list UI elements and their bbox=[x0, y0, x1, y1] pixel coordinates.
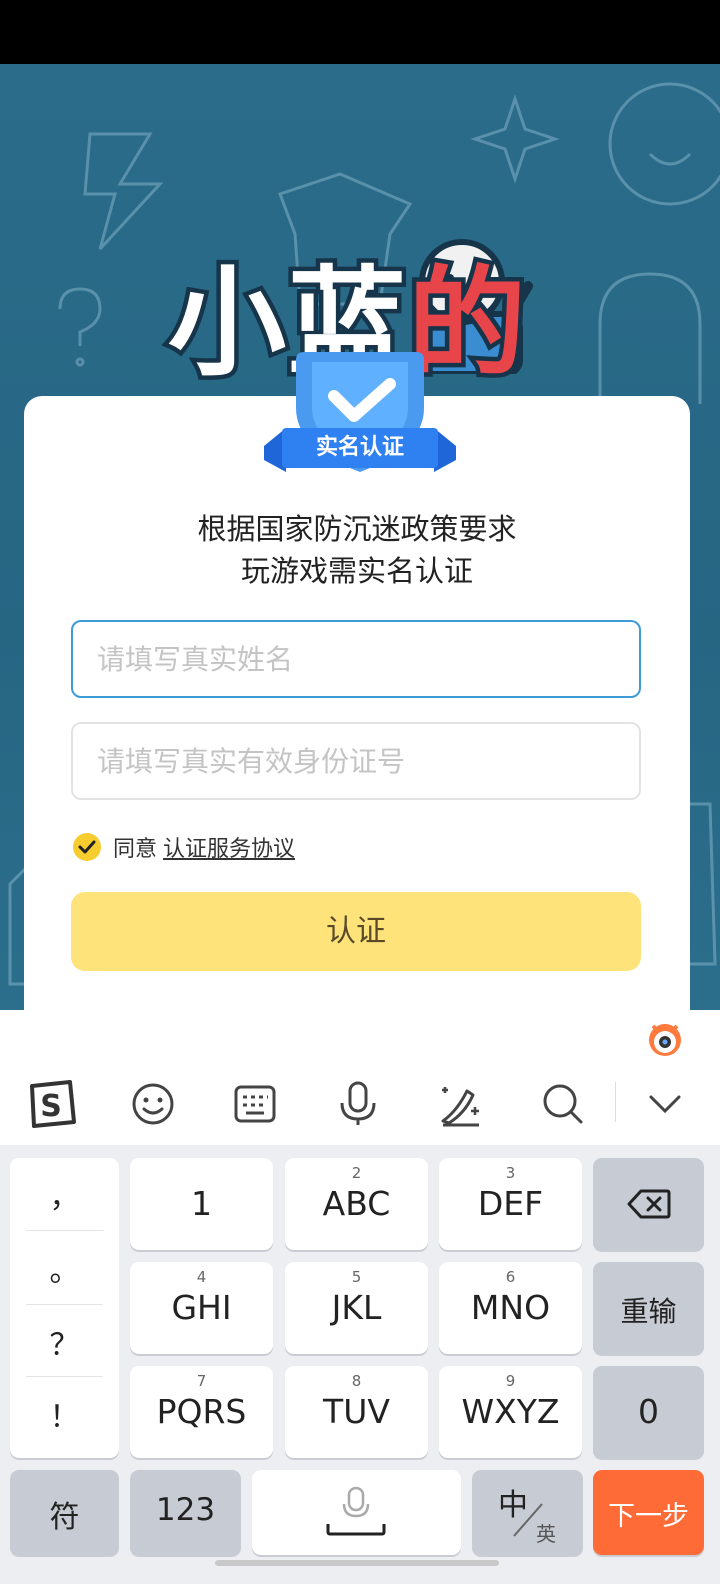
status-bar bbox=[0, 0, 720, 64]
key-8-tuv[interactable]: 8 TUV bbox=[285, 1366, 428, 1458]
verify-button[interactable]: 认证 bbox=[71, 892, 641, 971]
next-step-key[interactable]: 下一步 bbox=[593, 1470, 704, 1555]
punct-question-key[interactable]: ？ bbox=[26, 1320, 103, 1364]
key-5-jkl[interactable]: 5 JKL bbox=[285, 1262, 428, 1354]
checkmark-icon bbox=[78, 840, 96, 854]
punct-period-key[interactable]: 。 bbox=[26, 1246, 103, 1290]
ghost-doodle bbox=[598, 272, 702, 404]
search-icon[interactable] bbox=[535, 1076, 591, 1132]
handwriting-icon[interactable] bbox=[433, 1076, 489, 1132]
lightning-doodle bbox=[83, 132, 164, 251]
id-field bbox=[71, 722, 641, 800]
home-indicator[interactable] bbox=[215, 1560, 499, 1566]
microphone-icon[interactable] bbox=[330, 1076, 386, 1132]
face-doodle bbox=[608, 82, 720, 206]
svg-text:S: S bbox=[40, 1089, 62, 1124]
keyboard-icon[interactable] bbox=[227, 1076, 283, 1132]
divider bbox=[26, 1230, 103, 1231]
id-number-input[interactable] bbox=[73, 724, 639, 798]
space-key[interactable] bbox=[252, 1470, 461, 1555]
punct-comma-key[interactable]: ， bbox=[26, 1172, 103, 1216]
numbers-key[interactable]: 123 bbox=[130, 1470, 241, 1555]
agree-checkbox[interactable] bbox=[73, 833, 101, 861]
emoji-icon[interactable] bbox=[125, 1076, 181, 1132]
sogou-logo-icon[interactable]: S bbox=[23, 1076, 79, 1132]
agreement-link[interactable]: 认证服务协议 bbox=[163, 831, 295, 863]
key-1[interactable]: 1 bbox=[130, 1158, 273, 1250]
backspace-key[interactable] bbox=[593, 1158, 704, 1250]
punct-exclaim-key[interactable]: ！ bbox=[26, 1392, 103, 1436]
language-switch-key[interactable]: 中 英 bbox=[472, 1470, 583, 1555]
key-2-abc[interactable]: 2 ABC bbox=[285, 1158, 428, 1250]
agreement-row: 同意 认证服务协议 bbox=[73, 832, 295, 862]
key-6-mno[interactable]: 6 MNO bbox=[439, 1262, 582, 1354]
collapse-chevron-icon[interactable] bbox=[637, 1076, 693, 1132]
star-doodle bbox=[470, 94, 560, 184]
punctuation-column[interactable]: ， 。 ？ ！ bbox=[10, 1158, 119, 1458]
question-doodle bbox=[58, 287, 102, 367]
name-field bbox=[71, 620, 641, 698]
key-3-def[interactable]: 3 DEF bbox=[439, 1158, 582, 1250]
key-0[interactable]: 0 bbox=[593, 1366, 704, 1458]
agree-label: 同意 bbox=[113, 837, 158, 862]
keyboard-mascot-icon[interactable] bbox=[645, 1018, 685, 1058]
backspace-icon bbox=[627, 1189, 671, 1219]
reinput-key[interactable]: 重输 bbox=[593, 1262, 704, 1354]
dialog-title: 根据国家防沉迷政策要求 玩游戏需实名认证 bbox=[197, 512, 517, 588]
key-7-pqrs[interactable]: 7 PQRS bbox=[130, 1366, 273, 1458]
symbols-key[interactable]: 符 bbox=[10, 1470, 119, 1555]
divider bbox=[26, 1376, 103, 1377]
toolbar-divider bbox=[615, 1082, 616, 1122]
key-9-wxyz[interactable]: 9 WXYZ bbox=[439, 1366, 582, 1458]
name-input[interactable] bbox=[73, 622, 639, 696]
key-4-ghi[interactable]: 4 GHI bbox=[130, 1262, 273, 1354]
space-mic-icon bbox=[326, 1486, 386, 1536]
badge-label: 实名认证 bbox=[315, 435, 404, 460]
divider bbox=[26, 1304, 103, 1305]
